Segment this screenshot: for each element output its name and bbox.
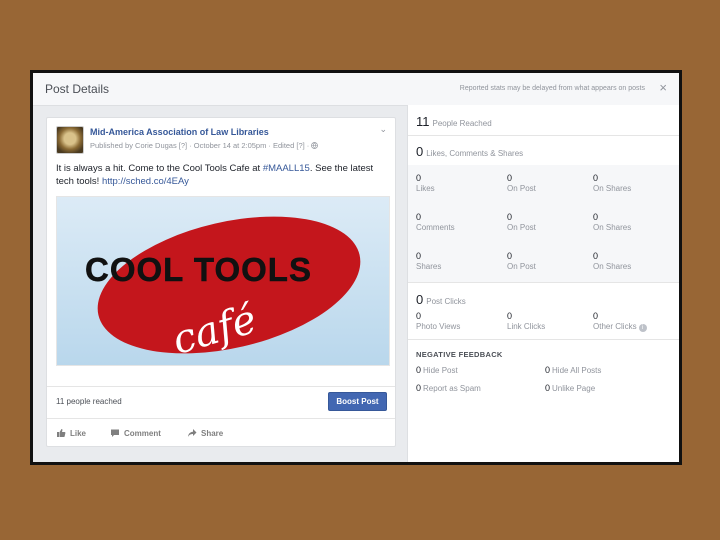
stat-value: 0 [507,173,513,183]
stat-cell: 0 Likes [416,173,435,193]
other-clicks-label: Other Clicks [593,322,637,331]
stats-panel: 11 People Reached 0 Likes, Comments & Shar… [407,105,679,462]
post-image[interactable]: COOL TOOLS café [56,196,390,366]
stat-label: On Post [507,262,536,271]
people-reached-section: 11 People Reached [408,105,679,136]
hide-post-stat: 0 Hide Post [416,365,458,375]
stat-label: Link Clicks [507,322,546,331]
like-button[interactable]: Like [56,428,86,438]
share-label: Share [201,429,224,438]
globe-icon [311,142,319,149]
thumbs-up-icon [57,429,66,437]
stat-value: 0 [507,251,513,261]
hide-all-posts-stat: 0 Hide All Posts [545,365,601,375]
stat-label: On Shares [593,223,632,232]
dialog-title: Post Details [45,82,110,96]
shares-breakdown: 0 Shares 0 On Post 0 On Shares [408,243,679,283]
stat-value: 0 [416,383,422,393]
stat-value: 0 [416,365,422,375]
report-spam-stat: 0 Report as Spam [416,383,481,393]
stat-label: Unlike Page [552,384,596,393]
stat-label: On Shares [593,184,632,193]
sched-link[interactable]: http://sched.co/4EAy [102,176,189,187]
stat-cell: 0 On Shares [593,212,631,232]
engagement-count: 0 [416,144,424,159]
stat-cell: 0 On Post [507,251,536,271]
page-name-link[interactable]: Mid-America Association of Law Libraries [90,127,269,137]
stat-label: Report as Spam [423,384,481,393]
info-icon[interactable]: i [638,324,647,332]
stat-label: Comments [416,223,455,232]
stat-value: 0 [593,251,599,261]
stat-cell: 0 Shares [416,251,441,271]
stat-label: Likes [416,184,435,193]
stat-cell: 0 On Post [507,173,536,193]
comment-label: Comment [124,429,161,438]
stat-label: Hide All Posts [552,366,602,375]
post-clicks-count: 0 [416,292,424,307]
post-text-part: It is always a hit. Come to the Cool Too… [56,163,263,174]
stat-value: 0 [593,212,599,222]
cool-tools-cafe-logo: COOL TOOLS café [85,216,361,364]
close-icon[interactable]: × [659,80,667,95]
stat-value: 0 [416,251,422,261]
clicks-breakdown: 0 Photo Views 0 Link Clicks 0 Other Clicks i [408,307,679,340]
post-card: Mid-America Association of Law Libraries… [46,117,396,447]
people-reached-text: 11 people reached [56,397,122,406]
stat-label: Photo Views [416,322,461,331]
stat-value: 0 [593,311,599,321]
stats-delay-note: Reported stats may be delayed from what … [459,85,645,92]
comments-breakdown: 0 Comments 0 On Post 0 On Shares [408,204,679,244]
hashtag-link[interactable]: #MAALL15 [263,163,310,174]
boost-post-button[interactable]: Boost Post [328,392,387,411]
like-label: Like [70,429,87,438]
stat-cell: 0 Photo Views [416,311,460,331]
share-icon [188,429,197,437]
chevron-down-icon[interactable]: ⌄ [379,124,387,135]
reach-row: 11 people reached Boost Post [47,386,395,413]
stat-value: 0 [545,365,551,375]
stat-label: Shares [416,262,442,271]
post-details-dialog: Post Details Reported stats may be delay… [30,70,682,465]
stat-label: On Shares [593,262,632,271]
negative-feedback-title: NEGATIVE FEEDBACK [416,350,503,359]
unlike-page-stat: 0 Unlike Page [545,383,595,393]
people-reached-label: People Reached [432,119,492,128]
stat-value: 0 [545,383,551,393]
post-meta-text: Published by Corie Dugas [?] · October 1… [90,141,310,150]
post-clicks-label: Post Clicks [426,297,466,306]
comment-icon [111,429,119,437]
share-button[interactable]: Share [187,428,223,438]
stat-label: Hide Post [423,366,458,375]
stat-label: Other Clicks i [593,322,647,332]
post-actions: Like Comment Share [47,418,395,443]
post-text: It is always a hit. Come to the Cool Too… [56,162,381,188]
stat-cell: 0 On Shares [593,251,631,271]
likes-breakdown: 0 Likes 0 On Post 0 On Shares [408,165,679,205]
image-text-cool-tools: COOL TOOLS [85,251,312,288]
stat-value: 0 [416,311,422,321]
stat-cell: 0 Other Clicks i [593,311,647,332]
page-avatar[interactable] [56,126,84,154]
stat-cell: 0 Comments [416,212,455,232]
stat-value: 0 [416,173,422,183]
dialog-header: Post Details Reported stats may be delay… [33,73,679,106]
comment-button[interactable]: Comment [110,428,161,438]
stat-value: 0 [593,173,599,183]
post-meta: Published by Corie Dugas [?] · October 1… [90,141,319,150]
stat-value: 0 [416,212,422,222]
stat-label: On Post [507,223,536,232]
stat-value: 0 [507,311,513,321]
stat-label: On Post [507,184,536,193]
stat-cell: 0 On Shares [593,173,631,193]
people-reached-count: 11 [416,114,430,129]
engagement-section: 0 Likes, Comments & Shares [408,135,679,166]
stat-value: 0 [507,212,513,222]
stat-cell: 0 Link Clicks [507,311,545,331]
engagement-label: Likes, Comments & Shares [426,149,524,158]
stat-cell: 0 On Post [507,212,536,232]
